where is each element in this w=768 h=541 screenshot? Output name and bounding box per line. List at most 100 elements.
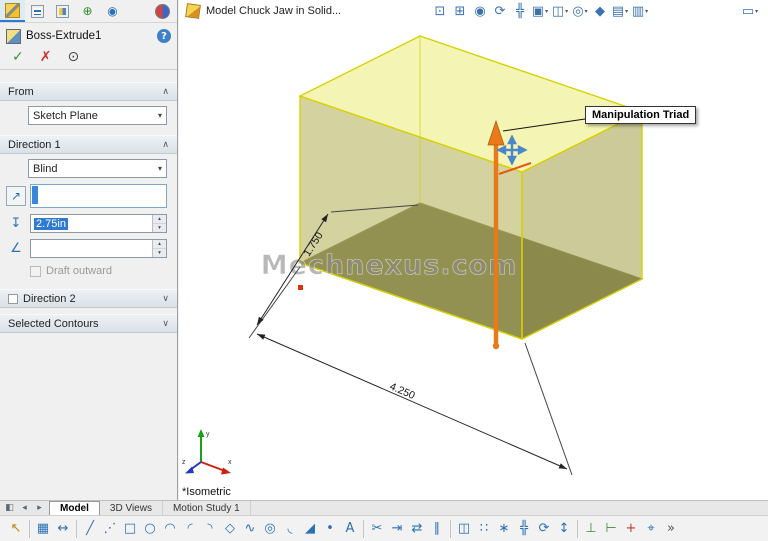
- depth-spinner[interactable]: ▴ ▾: [152, 215, 166, 232]
- display-style-icon[interactable]: ◫▾: [550, 1, 570, 21]
- more-tools-icon[interactable]: »: [661, 518, 681, 540]
- configurations-icon: [56, 5, 69, 18]
- section-direction1-header[interactable]: Direction 1 ∧: [0, 135, 177, 154]
- draft-outward-label: Draft outward: [46, 265, 112, 277]
- circular-pattern-icon[interactable]: ∗: [494, 518, 514, 540]
- reverse-direction-button[interactable]: ↗: [6, 186, 26, 206]
- tab-dimxpertmanager[interactable]: ⊕: [75, 0, 100, 22]
- convert-entities-icon[interactable]: ⇄: [407, 518, 427, 540]
- tab-3d-views[interactable]: 3D Views: [100, 501, 163, 515]
- hide-show-items-icon[interactable]: ◎▾: [570, 1, 590, 21]
- rotate-entities-icon[interactable]: ⟳: [534, 518, 554, 540]
- view-settings-icon[interactable]: ▥▾: [630, 1, 650, 21]
- scale-entities-icon[interactable]: ↕: [554, 518, 574, 540]
- section-from-header[interactable]: From ∧: [0, 82, 177, 101]
- tab-scroll-left-icon[interactable]: ◂: [17, 502, 32, 515]
- tab-scroll-right-icon[interactable]: ▸: [32, 502, 47, 515]
- feature-title-row: Boss-Extrude1 ?: [0, 23, 177, 47]
- pane-split-icon[interactable]: ◧: [2, 502, 17, 515]
- extend-entities-icon[interactable]: ⇥: [387, 518, 407, 540]
- tab-displaymanager[interactable]: ◉: [100, 0, 125, 22]
- sketch-icon[interactable]: ▦: [33, 518, 53, 540]
- centerline-icon[interactable]: ⋰: [100, 518, 120, 540]
- circle-icon[interactable]: ○: [140, 518, 160, 540]
- view-orientation-icon[interactable]: ▣▾: [530, 1, 550, 21]
- toolbar-separator: [450, 520, 451, 538]
- direction2-checkbox[interactable]: [8, 294, 18, 304]
- point-icon[interactable]: •: [320, 518, 340, 540]
- manipulation-triad-label: Manipulation Triad: [585, 106, 696, 124]
- section-selected-contours-header[interactable]: Selected Contours ∨: [0, 314, 177, 333]
- axis-x-label: x: [228, 459, 232, 466]
- axis-z-label: z: [182, 459, 186, 466]
- section-direction2-header[interactable]: Direction 2 ∨: [0, 289, 177, 308]
- draft-spinner[interactable]: ▴ ▾: [152, 240, 166, 257]
- axis-y-label: y: [206, 431, 210, 438]
- display-eye-icon: ◉: [107, 4, 117, 18]
- sketch-fillet-icon[interactable]: ◟: [280, 518, 300, 540]
- spinner-up-icon[interactable]: ▴: [153, 215, 166, 224]
- depth-input[interactable]: 2.75in ▴ ▾: [30, 214, 167, 233]
- zoom-to-area-icon[interactable]: ⊞: [450, 1, 470, 21]
- edit-appearance-icon[interactable]: ◆: [590, 1, 610, 21]
- spline-icon[interactable]: ∿: [240, 518, 260, 540]
- sketch-point-marker[interactable]: [298, 285, 303, 290]
- zoom-to-fit-icon[interactable]: ⊡: [430, 1, 450, 21]
- ellipse-icon[interactable]: ◎: [260, 518, 280, 540]
- dimension-width[interactable]: 4.250: [257, 334, 567, 469]
- tab-model[interactable]: Model: [49, 501, 100, 515]
- display-relations-icon[interactable]: ⊥: [581, 518, 601, 540]
- direction-reference-box[interactable]: [30, 184, 167, 208]
- rotate-view-icon[interactable]: ⟳: [490, 1, 510, 21]
- tab-featuremanager-tree[interactable]: [25, 0, 50, 22]
- preview-eye-button[interactable]: ⊙: [67, 50, 79, 64]
- centerpoint-arc-icon[interactable]: ◠: [160, 518, 180, 540]
- move-entities-icon[interactable]: ╬: [514, 518, 534, 540]
- corner-rectangle-icon[interactable]: □: [120, 518, 140, 540]
- add-relation-icon[interactable]: ⊢: [601, 518, 621, 540]
- offset-entities-icon[interactable]: ∥: [427, 518, 447, 540]
- tangent-arc-icon[interactable]: ◜: [180, 518, 200, 540]
- quick-snaps-icon[interactable]: ⌖: [641, 518, 661, 540]
- smart-dimension-icon[interactable]: ↔: [53, 518, 73, 540]
- line-icon[interactable]: ╱: [80, 518, 100, 540]
- ok-button[interactable]: ✓: [12, 50, 24, 64]
- view-heads-up-toolbar: ⊡⊞◉⟳╬▣▾◫▾◎▾◆▤▾▥▾: [430, 1, 650, 21]
- polygon-icon[interactable]: ◇: [220, 518, 240, 540]
- linear-pattern-icon[interactable]: ∷: [474, 518, 494, 540]
- cancel-button[interactable]: ✗: [40, 50, 52, 64]
- text-icon[interactable]: A: [340, 518, 360, 540]
- from-label: From: [8, 86, 34, 98]
- repair-sketch-icon[interactable]: +: [621, 518, 641, 540]
- draft-outward-checkbox[interactable]: [30, 266, 41, 277]
- tab-nav-icons: ◧◂▸: [0, 501, 49, 515]
- draft-icon: ∠: [6, 241, 26, 256]
- pan-icon[interactable]: ╬: [510, 1, 530, 21]
- manager-tab-bar: ⊕ ◉: [0, 0, 177, 23]
- trim-entities-icon[interactable]: ✂: [367, 518, 387, 540]
- draft-input[interactable]: ▴ ▾: [30, 239, 167, 258]
- spinner-up-icon[interactable]: ▴: [153, 240, 166, 249]
- chevron-up-icon: ∧: [162, 140, 169, 150]
- graphics-area[interactable]: Mechnexus.com 1.750 4.250: [179, 22, 768, 500]
- depth-value: 2.75in: [34, 218, 68, 230]
- start-condition-combobox[interactable]: Sketch Plane ▾: [28, 106, 167, 125]
- fullscreen-monitor-icon[interactable]: ▭▾: [740, 1, 760, 21]
- apply-scene-icon[interactable]: ▤▾: [610, 1, 630, 21]
- tab-motion-study-1[interactable]: Motion Study 1: [163, 501, 251, 515]
- tab-propertymanager[interactable]: [0, 0, 25, 22]
- sketch-chamfer-icon[interactable]: ◢: [300, 518, 320, 540]
- chevron-down-icon: ∨: [162, 294, 169, 304]
- direction2-label: Direction 2: [23, 293, 76, 305]
- tab-configurationmanager[interactable]: [50, 0, 75, 22]
- three-point-arc-icon[interactable]: ◝: [200, 518, 220, 540]
- mirror-entities-icon[interactable]: ◫: [454, 518, 474, 540]
- select-icon[interactable]: ↖: [6, 518, 26, 540]
- spinner-down-icon[interactable]: ▾: [153, 249, 166, 257]
- help-icon[interactable]: ?: [157, 29, 171, 43]
- spinner-down-icon[interactable]: ▾: [153, 224, 166, 232]
- end-condition-combobox[interactable]: Blind ▾: [28, 159, 167, 178]
- help-sphere-icon[interactable]: [155, 4, 170, 19]
- watermark-text: Mechnexus.com: [261, 250, 518, 281]
- zoom-in-out-icon[interactable]: ◉: [470, 1, 490, 21]
